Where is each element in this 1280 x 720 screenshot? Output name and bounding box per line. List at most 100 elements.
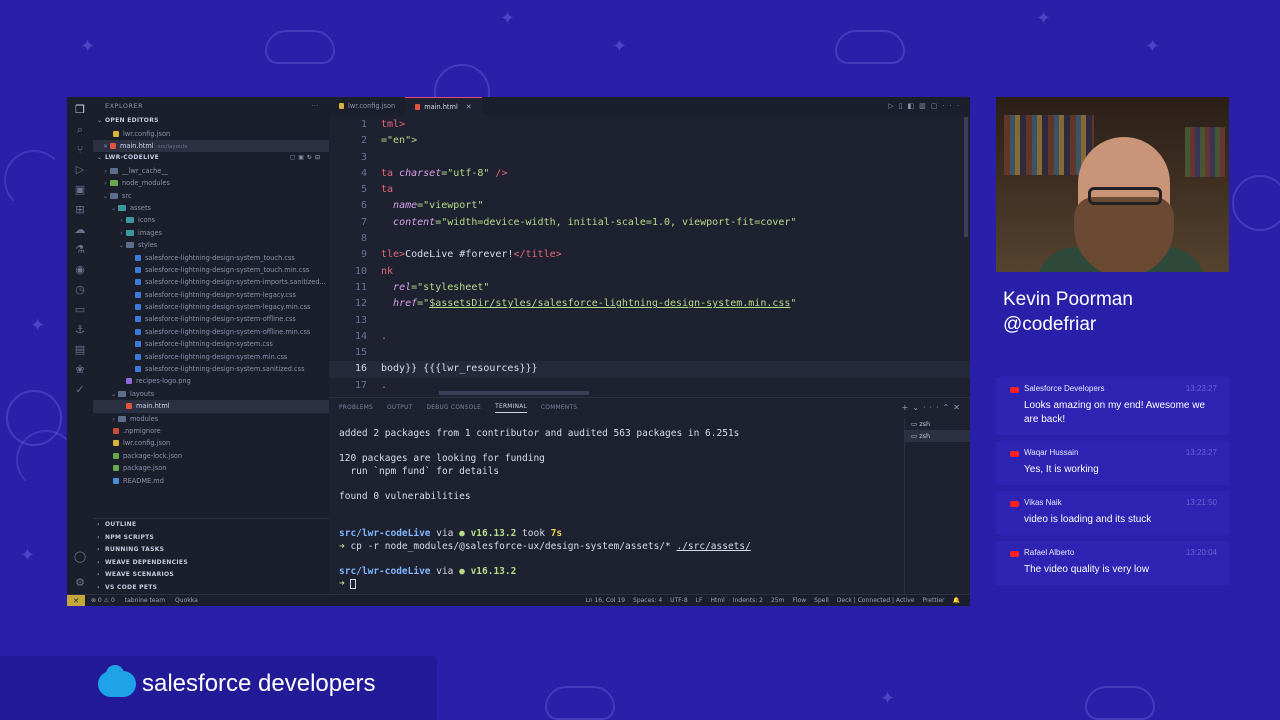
tree-file[interactable]: README.md: [93, 475, 329, 487]
close-icon[interactable]: ✕: [466, 98, 472, 116]
tab-output[interactable]: OUTPUT: [387, 405, 412, 411]
checklist-icon[interactable]: ✓: [73, 383, 87, 397]
tree-file[interactable]: package-lock.json: [93, 450, 329, 462]
weave-scenarios-section[interactable]: › WEAVE SCENARIOS: [93, 569, 329, 582]
panel-actions[interactable]: +⌄···⌃✕: [902, 398, 964, 418]
tree-file[interactable]: salesforce-lightning-design-system-impor…: [93, 276, 329, 288]
terminal-instance[interactable]: ▭ zsh: [905, 418, 970, 430]
notes-icon[interactable]: ▤: [73, 343, 87, 357]
timer-status[interactable]: 25m: [771, 597, 784, 604]
tree-file[interactable]: salesforce-lightning-design-system.sanit…: [93, 363, 329, 375]
terminal-instance[interactable]: ▭ zsh: [905, 430, 970, 442]
testing-icon[interactable]: ⚗: [73, 243, 87, 257]
tree-file[interactable]: salesforce-lightning-design-system-legac…: [93, 289, 329, 301]
tree-folder[interactable]: › images: [93, 227, 329, 239]
tab-terminal[interactable]: TERMINAL: [495, 404, 528, 413]
tab-lwr-config[interactable]: lwr.config.json: [329, 97, 405, 115]
github-icon[interactable]: ◉: [73, 263, 87, 277]
code-link[interactable]: $assetsDir/styles/salesforce-lightning-d…: [429, 298, 790, 309]
problems-status[interactable]: ⊗ 0 ⚠ 0: [91, 597, 115, 604]
paw-icon[interactable]: ❀: [73, 363, 87, 377]
language-mode[interactable]: Html: [710, 597, 724, 604]
tree-file[interactable]: .npmignore: [93, 425, 329, 437]
spell-status[interactable]: Spell: [814, 597, 829, 604]
tree-folder[interactable]: › node_modules: [93, 177, 329, 189]
more-actions-icon[interactable]: ···: [311, 97, 319, 115]
tab-comments[interactable]: COMMENTS: [541, 405, 577, 411]
deck-status[interactable]: Deck | Connected | Active: [837, 597, 915, 604]
tree-file[interactable]: salesforce-lightning-design-system-legac…: [93, 301, 329, 313]
quokka-status[interactable]: Quokka: [175, 597, 198, 604]
tree-folder[interactable]: ⌄ src: [93, 190, 329, 202]
terminal-input-line[interactable]: ➜: [339, 578, 899, 591]
terminal-line: found 0 vulnerabilities: [339, 490, 471, 502]
flow-status[interactable]: Flow: [792, 597, 806, 604]
tree-file[interactable]: main.html: [93, 400, 329, 413]
npm-scripts-section[interactable]: › NPM SCRIPTS: [93, 532, 329, 545]
remote-explorer-icon[interactable]: ▣: [73, 183, 87, 197]
anchor-icon[interactable]: ⚓: [73, 323, 87, 337]
decor-sparkle: ✦: [30, 315, 46, 336]
timeline-icon[interactable]: ◷: [73, 283, 87, 297]
source-control-icon[interactable]: ⑂: [73, 143, 87, 157]
code-text: tle>CodeLive #forever!</title>: [367, 247, 562, 263]
open-editor-item[interactable]: ✕ main.html src/layouts: [93, 139, 329, 153]
code-text: nk: [367, 264, 393, 280]
tree-file[interactable]: salesforce-lightning-design-system_touch…: [93, 252, 329, 264]
code-editor[interactable]: 1 tml> 2 ="en"> 3 4 ta charset="utf-8" /> 5…: [329, 117, 970, 394]
folder-icon[interactable]: ▭: [73, 303, 87, 317]
indentation-status[interactable]: Spaces: 4: [633, 597, 662, 604]
outline-section[interactable]: › OUTLINE: [93, 519, 329, 532]
code-token: ta: [381, 184, 394, 196]
run-debug-icon[interactable]: ▷: [73, 163, 87, 177]
horizontal-scrollbar[interactable]: [439, 391, 589, 395]
weave-dependencies-section[interactable]: › WEAVE DEPENDENCIES: [93, 557, 329, 570]
open-editor-item[interactable]: lwr.config.json: [93, 128, 329, 140]
project-section[interactable]: ⌄ LWR-CODELIVE ▢▣↻⊟: [93, 152, 329, 165]
tree-folder[interactable]: › modules: [93, 413, 329, 425]
tab-debug-console[interactable]: DEBUG CONSOLE: [426, 405, 481, 411]
open-editors-section[interactable]: ⌄ OPEN EDITORS: [93, 115, 329, 128]
extensions-icon[interactable]: ⊞: [73, 203, 87, 217]
vertical-scrollbar[interactable]: [964, 117, 968, 237]
tree-file[interactable]: salesforce-lightning-design-system.css: [93, 338, 329, 350]
tab-main-html[interactable]: main.html ✕: [405, 97, 482, 116]
tab-problems[interactable]: PROBLEMS: [339, 405, 373, 411]
cursor-position[interactable]: Ln 16, Col 19: [585, 597, 625, 604]
tree-folder[interactable]: ⌄ assets: [93, 202, 329, 214]
tree-file[interactable]: salesforce-lightning-design-system-offli…: [93, 313, 329, 325]
tree-file[interactable]: lwr.config.json: [93, 437, 329, 449]
salesforce-icon[interactable]: ☁: [73, 223, 87, 237]
indents-status[interactable]: Indents: 2: [733, 597, 763, 604]
prettier-status[interactable]: Prettier: [922, 597, 944, 604]
tree-file[interactable]: salesforce-lightning-design-system.min.c…: [93, 351, 329, 363]
tree-file[interactable]: package.json: [93, 462, 329, 474]
account-icon[interactable]: ◯: [73, 550, 87, 564]
remote-indicator[interactable]: ✕: [67, 594, 85, 606]
tree-label: salesforce-lightning-design-system_touch…: [145, 253, 295, 262]
tree-file[interactable]: recipes-logo.png: [93, 375, 329, 387]
eol-status[interactable]: LF: [696, 597, 703, 604]
settings-gear-icon[interactable]: ⚙: [73, 576, 87, 590]
tree-folder[interactable]: › __lwr_cache__: [93, 165, 329, 177]
notifications-bell-icon[interactable]: 🔔: [953, 597, 960, 604]
editor-actions[interactable]: ▷▯◧▥▢···: [888, 97, 964, 115]
tree-file[interactable]: salesforce-lightning-design-system_touch…: [93, 264, 329, 276]
close-icon[interactable]: ✕: [101, 141, 110, 152]
tree-folder[interactable]: › icons: [93, 214, 329, 226]
vscode-pets-section[interactable]: › VS CODE PETS: [93, 582, 329, 595]
encoding-status[interactable]: UTF-8: [670, 597, 688, 604]
tree-folder[interactable]: ⌄ styles: [93, 239, 329, 251]
explorer-actions[interactable]: ▢▣↻⊟: [290, 152, 323, 165]
section-label: NPM SCRIPTS: [105, 533, 155, 541]
code-token: content: [393, 216, 436, 228]
folder-icon: [126, 229, 134, 236]
running-tasks-section[interactable]: › RUNNING TASKS: [93, 544, 329, 557]
explorer-icon[interactable]: ❐: [73, 103, 87, 117]
tree-file[interactable]: salesforce-lightning-design-system-offli…: [93, 326, 329, 338]
tree-folder[interactable]: ⌄ layouts: [93, 388, 329, 400]
terminal-output[interactable]: added 2 packages from 1 contributor and …: [339, 428, 899, 591]
search-icon[interactable]: ⌕: [73, 123, 87, 137]
tabnine-status[interactable]: tabnine team: [125, 597, 165, 604]
command-path-link[interactable]: ./src/assets/: [676, 541, 750, 552]
